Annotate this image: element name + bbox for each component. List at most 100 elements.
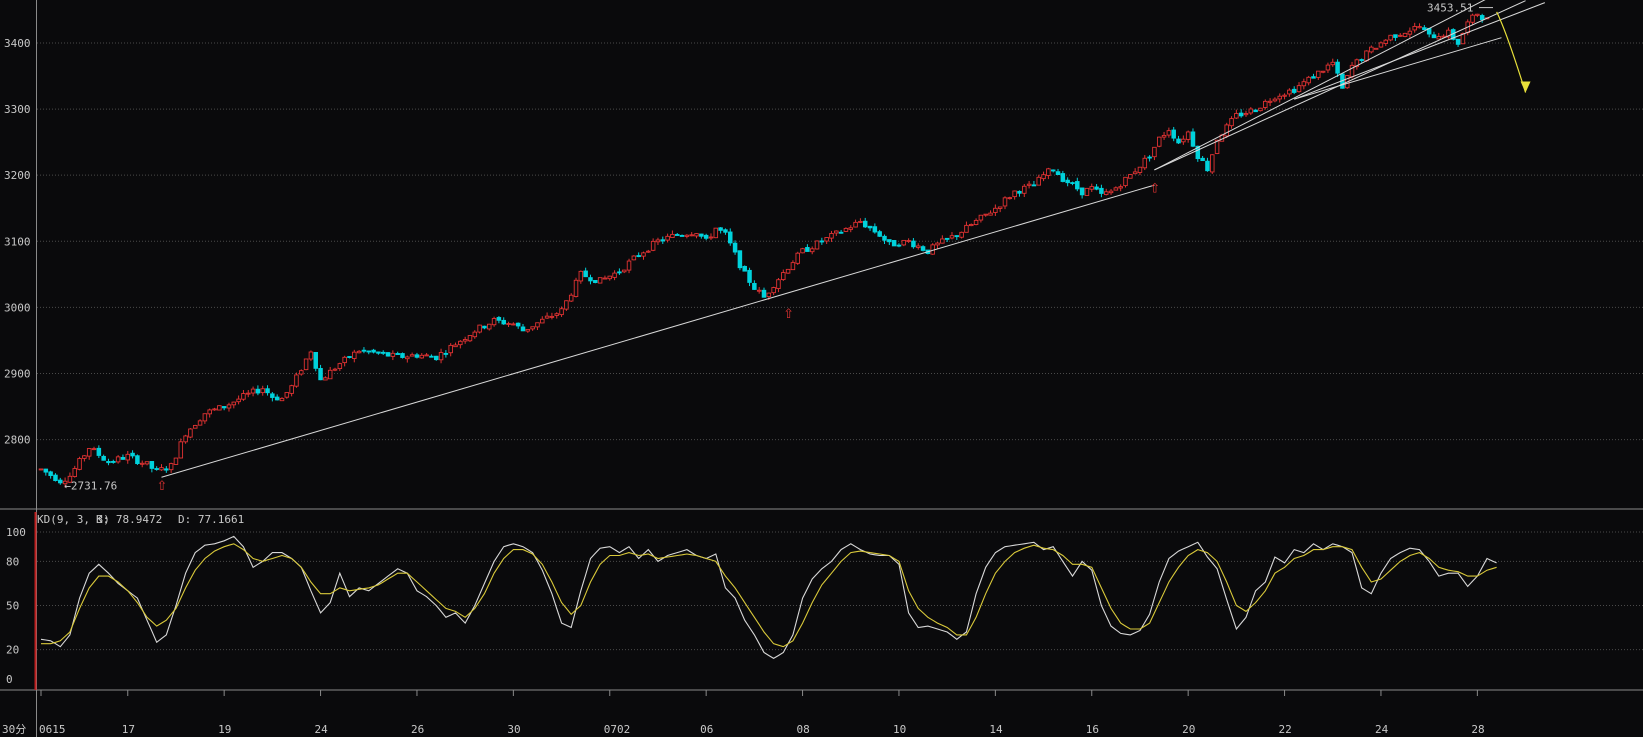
candle [429, 354, 434, 358]
candle [178, 438, 184, 459]
candle [1470, 13, 1475, 26]
trendline[interactable] [1294, 2, 1546, 100]
candle [1017, 190, 1022, 197]
candle [183, 434, 188, 444]
price-tick: 3400 [4, 37, 31, 50]
candle [366, 350, 372, 355]
candle [1055, 168, 1061, 176]
candle [747, 267, 752, 287]
candle [424, 352, 429, 357]
trendline[interactable] [1294, 37, 1502, 100]
up-arrow-marker: ⇧ [157, 479, 168, 494]
candle [501, 317, 506, 325]
candle [125, 450, 131, 464]
candle [106, 458, 111, 466]
trendline[interactable] [161, 184, 1155, 478]
candle [626, 258, 632, 274]
candle [636, 252, 641, 258]
candle [409, 352, 415, 357]
candle [901, 239, 907, 247]
candle [1041, 171, 1046, 182]
time-tick: 10 [893, 723, 906, 736]
candle [347, 356, 352, 359]
candle [679, 234, 685, 237]
candle [86, 448, 92, 460]
price-tick: 3100 [4, 235, 31, 248]
candle [732, 240, 738, 255]
candle [443, 350, 449, 358]
candle [371, 348, 376, 354]
period-label[interactable]: 30分 [2, 723, 26, 736]
candle [829, 230, 834, 242]
candle [593, 279, 598, 284]
candle [809, 246, 815, 255]
candle [568, 293, 574, 303]
candle [318, 364, 323, 381]
candle [718, 227, 723, 234]
forecast-arrow-line[interactable] [1496, 11, 1527, 93]
candle [1446, 27, 1451, 39]
candle [1311, 73, 1316, 79]
candle [433, 355, 439, 361]
candle [655, 237, 661, 246]
candle [1012, 190, 1017, 200]
candle [670, 230, 675, 239]
candle [723, 228, 728, 235]
candle [559, 306, 564, 317]
candle [197, 419, 203, 426]
candle [168, 462, 174, 473]
candle [1272, 97, 1278, 103]
candle [1070, 181, 1075, 186]
candle [1026, 180, 1032, 189]
time-tick: 19 [218, 723, 231, 736]
candle [491, 316, 497, 327]
candle [1161, 131, 1167, 140]
candle [164, 466, 169, 473]
candle [236, 395, 241, 405]
candle [800, 247, 805, 254]
candle [959, 231, 964, 239]
candle [1060, 170, 1066, 183]
candle [1142, 155, 1148, 171]
candle [43, 468, 49, 476]
candle [853, 219, 858, 228]
panel-frame [0, 0, 1643, 737]
candle [448, 343, 453, 357]
candle [1417, 23, 1422, 29]
candle [327, 366, 333, 380]
candle [101, 454, 106, 461]
candle [1113, 186, 1119, 191]
time-tick: 22 [1279, 723, 1292, 736]
candle [1253, 109, 1258, 113]
candle [882, 234, 887, 244]
candle [728, 228, 733, 246]
candle [1431, 31, 1437, 39]
time-tick: 26 [411, 723, 424, 736]
candle [602, 275, 608, 280]
candle [713, 227, 719, 239]
up-arrow-marker: ⇧ [1149, 181, 1160, 196]
candle [1320, 70, 1326, 74]
candle [231, 401, 237, 409]
candle [1282, 93, 1287, 100]
price-markers: ⇧ ⇧ ⇧ [157, 7, 1493, 494]
candle [1397, 33, 1403, 37]
candle [115, 455, 121, 464]
candle [988, 210, 993, 216]
time-tick: 24 [1375, 723, 1389, 736]
kd-tick: 80 [6, 555, 19, 568]
candle [337, 362, 343, 372]
candle [1002, 196, 1008, 210]
candle [265, 385, 270, 396]
candle [1065, 177, 1070, 187]
candle [834, 230, 839, 237]
candle [91, 446, 97, 451]
candle [578, 270, 584, 284]
candle [877, 229, 882, 237]
candle [978, 214, 984, 223]
candle [1412, 22, 1417, 33]
candle [689, 232, 694, 237]
candle [554, 312, 559, 319]
candle [588, 274, 593, 285]
candle [487, 323, 492, 331]
